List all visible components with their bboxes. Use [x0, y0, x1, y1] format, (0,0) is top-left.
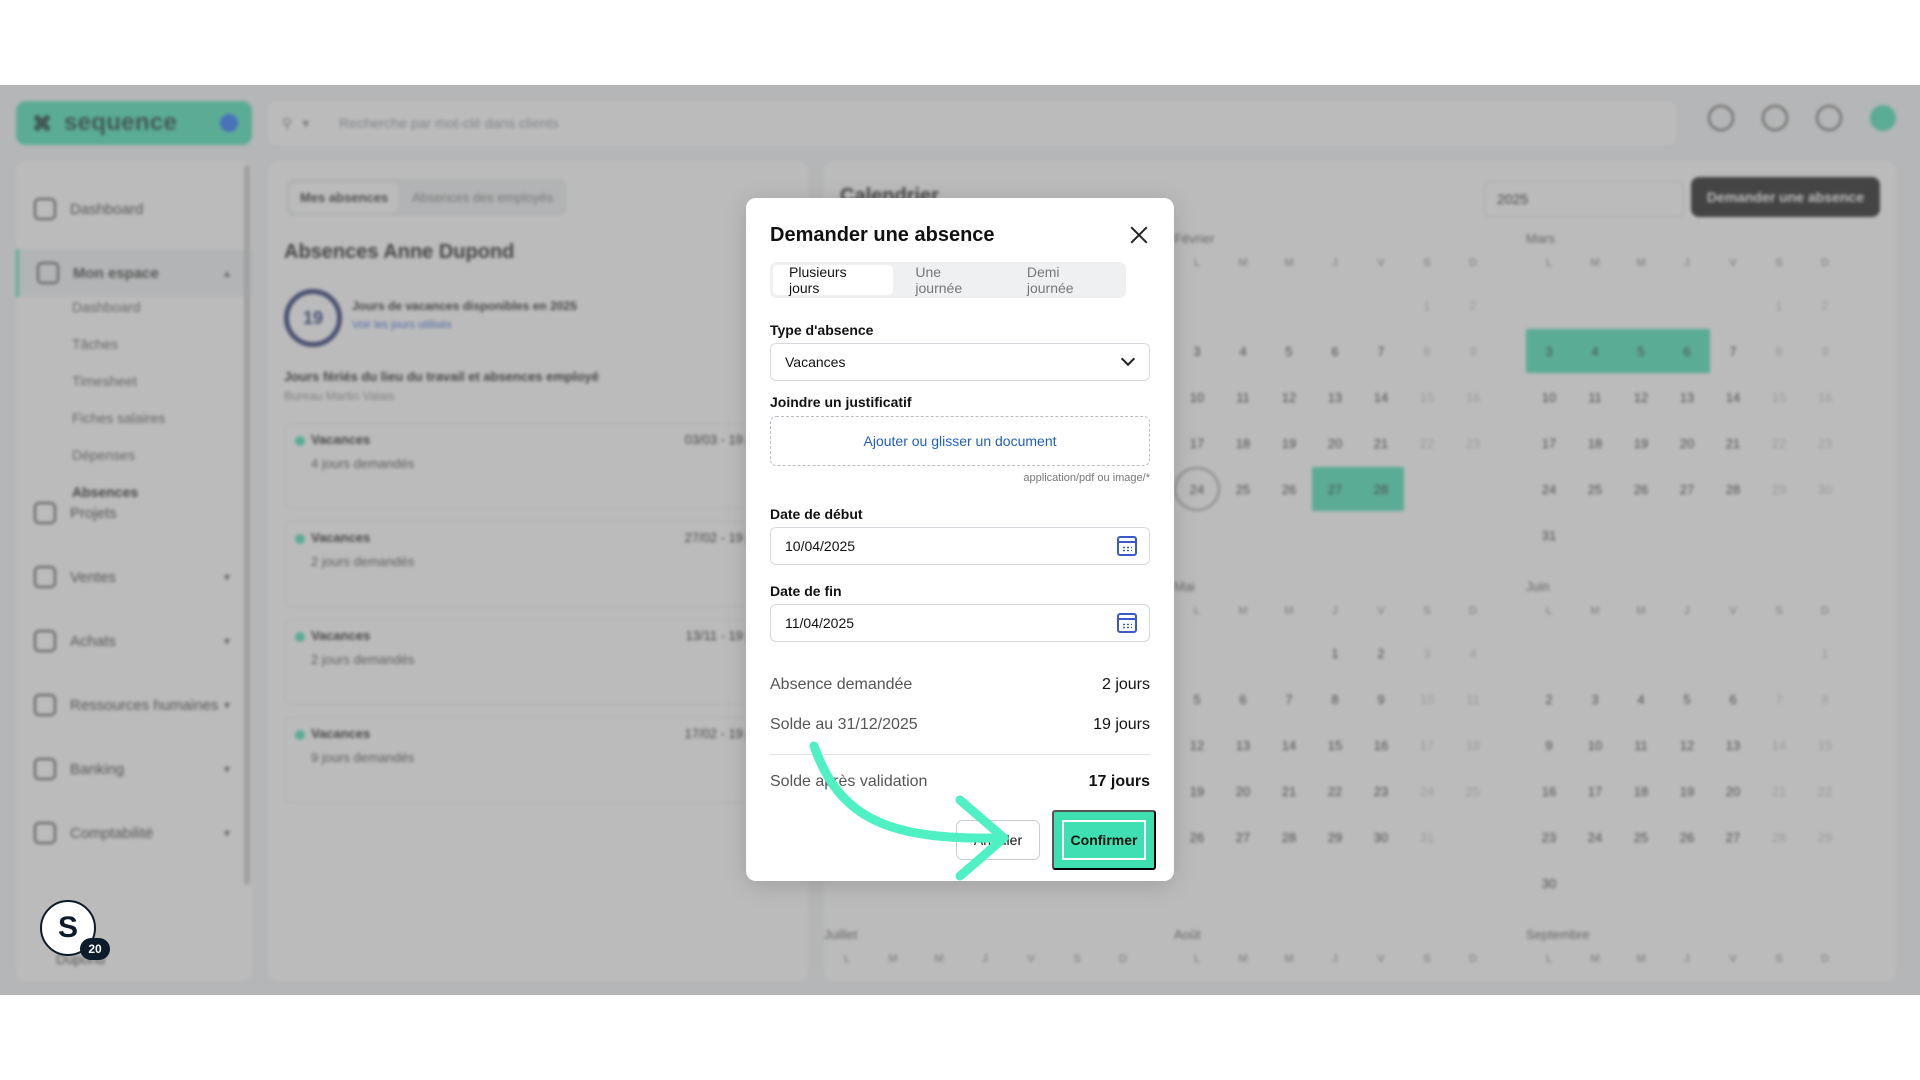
balance-label: Solde au 31/12/2025 [770, 716, 918, 733]
close-icon[interactable] [1128, 224, 1150, 246]
calendar-icon[interactable] [1117, 536, 1137, 556]
start-date-value: 10/04/2025 [785, 538, 856, 554]
modal-title: Demander une absence [770, 224, 995, 246]
type-value: Vacances [785, 354, 846, 370]
end-date-label: Date de fin [770, 583, 842, 599]
assistant-widget[interactable]: S 20 [40, 900, 110, 960]
requested-row: Absence demandée 2 jours [770, 676, 1150, 694]
duration-tabs: Plusieurs jours Une journée Demi journée [770, 262, 1126, 298]
end-date-value: 11/04/2025 [785, 615, 855, 631]
confirm-button[interactable]: Confirmer [1052, 810, 1156, 870]
notification-count: 20 [80, 938, 110, 960]
document-dropzone[interactable]: Ajouter ou glisser un document [770, 416, 1150, 466]
start-date-input[interactable]: 10/04/2025 [770, 527, 1150, 565]
calendar-icon[interactable] [1117, 613, 1137, 633]
type-label: Type d'absence [770, 322, 874, 338]
cancel-button[interactable]: Annuler [956, 820, 1040, 860]
absence-request-modal: Demander une absence Plusieurs jours Une… [746, 198, 1174, 881]
type-select[interactable]: Vacances [770, 343, 1150, 381]
attach-hint: application/pdf ou image/* [1023, 472, 1150, 484]
attach-label: Joindre un justificatif [770, 394, 912, 410]
divider [770, 754, 1150, 755]
tab-multiple-days[interactable]: Plusieurs jours [773, 264, 894, 296]
confirm-label: Confirmer [1070, 832, 1138, 848]
after-validation-value: 17 jours [1088, 773, 1150, 790]
chevron-down-icon [1120, 351, 1136, 367]
after-validation-label: Solde après validation [770, 773, 928, 790]
start-date-label: Date de début [770, 506, 863, 522]
sequence-widget-icon: S [57, 911, 78, 944]
requested-value: 2 jours [1101, 676, 1150, 693]
end-date-input[interactable]: 11/04/2025 [770, 604, 1150, 642]
tab-half-day[interactable]: Demi journée [1011, 264, 1123, 296]
balance-value: 19 jours [1093, 716, 1150, 733]
balance-row: Solde au 31/12/2025 19 jours [770, 716, 1150, 734]
requested-label: Absence demandée [770, 676, 913, 693]
after-validation-row: Solde après validation 17 jours [770, 773, 1150, 791]
tab-one-day[interactable]: Une journée [899, 264, 1004, 296]
